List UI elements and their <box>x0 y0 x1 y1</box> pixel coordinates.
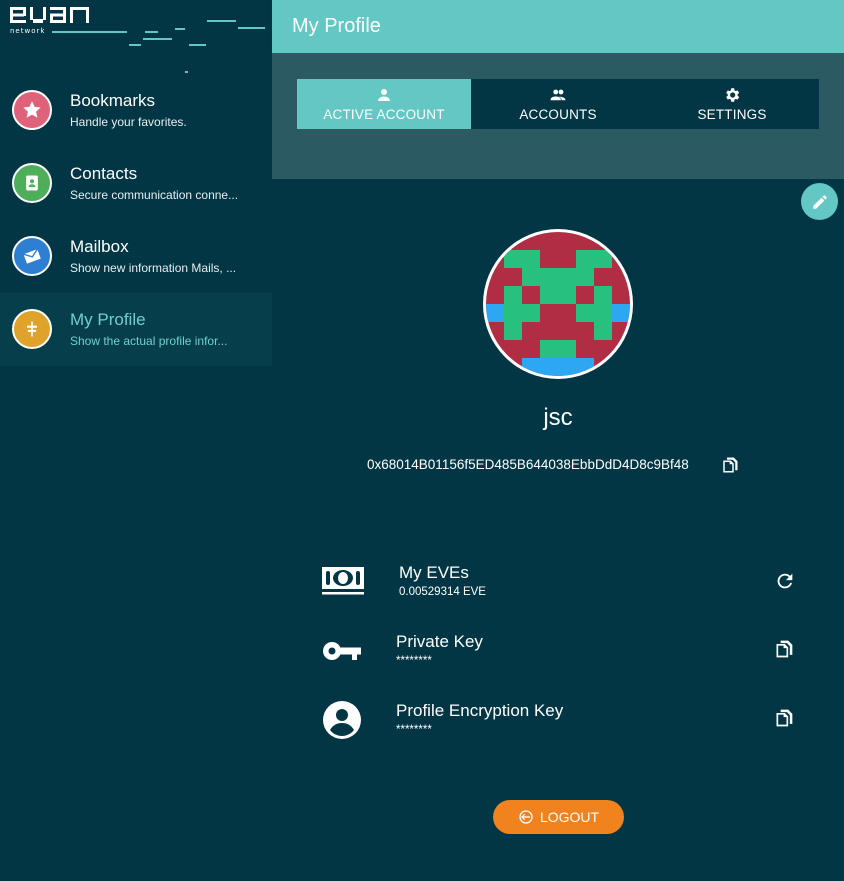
copy-icon <box>776 709 793 727</box>
account-address: 0x68014B01156f5ED485B644038EbbDdD4D8c9Bf… <box>367 457 689 472</box>
page-header: My Profile <box>272 0 844 53</box>
copy-encryption-key-button[interactable] <box>774 708 796 730</box>
encryption-key-value: ******** <box>396 724 432 736</box>
sidebar-item-subtitle: Secure communication conne... <box>70 188 239 202</box>
page-title: My Profile <box>292 15 381 37</box>
refresh-icon <box>777 573 793 589</box>
tab-label: ACCOUNTS <box>519 107 597 122</box>
eves-balance-row: My EVEs 0.00529314 EVE <box>322 563 802 614</box>
tab-bar: ACTIVE ACCOUNT ACCOUNTS SETTINGS <box>297 79 819 129</box>
tab-label: SETTINGS <box>697 107 767 122</box>
sidebar-item-subtitle: Show the actual profile infor... <box>70 334 228 348</box>
evan-network-logo[interactable]: network <box>0 0 272 80</box>
sidebar-item-title: Contacts <box>70 164 138 183</box>
svg-text:network: network <box>10 27 45 35</box>
copy-private-key-button[interactable] <box>774 639 796 661</box>
encryption-key-label: Profile Encryption Key <box>396 701 564 720</box>
tab-settings[interactable]: SETTINGS <box>645 79 819 129</box>
profile-username: jsc <box>543 404 573 431</box>
sidebar-item-mailbox[interactable]: Mailbox Show new information Mails, ... <box>0 220 272 293</box>
gear-icon <box>726 88 740 102</box>
mail-icon <box>12 236 52 276</box>
private-key-row: Private Key ******** <box>322 632 802 683</box>
tab-accounts[interactable]: ACCOUNTS <box>471 79 645 129</box>
sidebar-item-title: My Profile <box>70 310 146 329</box>
refresh-balance-button[interactable] <box>774 570 796 592</box>
logout-button[interactable]: LOGOUT <box>493 800 624 834</box>
person-icon <box>378 89 390 101</box>
sidebar-item-subtitle: Show new information Mails, ... <box>70 261 237 275</box>
logout-icon <box>519 810 533 824</box>
account-circle-icon <box>323 701 361 739</box>
eves-value: 0.00529314 EVE <box>399 586 486 598</box>
money-icon <box>322 567 364 595</box>
logout-label: LOGOUT <box>539 809 600 825</box>
eves-label: My EVEs <box>399 563 469 582</box>
pencil-icon <box>812 194 827 209</box>
sidebar-item-my-profile[interactable]: My Profile Show the actual profile infor… <box>0 293 272 366</box>
tab-bar-container: ACTIVE ACCOUNT ACCOUNTS SETTINGS <box>272 53 844 179</box>
sidebar: network Bookmarks Handle your favorites. <box>0 0 272 881</box>
copy-icon <box>723 457 738 473</box>
copy-address-button[interactable] <box>721 456 739 474</box>
copy-icon <box>776 640 793 658</box>
people-icon <box>550 89 566 101</box>
star-icon <box>12 90 52 130</box>
contact-book-icon <box>12 163 52 203</box>
sidebar-item-title: Bookmarks <box>70 91 156 110</box>
tab-active-account[interactable]: ACTIVE ACCOUNT <box>297 79 471 129</box>
sidebar-item-title: Mailbox <box>70 237 129 256</box>
edit-profile-button[interactable] <box>801 183 838 220</box>
private-key-label: Private Key <box>396 632 483 651</box>
identicon <box>486 232 630 376</box>
tab-label: ACTIVE ACCOUNT <box>323 107 445 122</box>
key-icon <box>323 642 361 660</box>
sidebar-item-bookmarks[interactable]: Bookmarks Handle your favorites. <box>0 74 272 147</box>
profile-signpost-icon <box>12 309 52 349</box>
private-key-value: ******** <box>396 655 432 667</box>
profile-avatar <box>483 229 633 379</box>
sidebar-nav: Bookmarks Handle your favorites. Contact… <box>0 74 272 366</box>
sidebar-item-contacts[interactable]: Contacts Secure communication conne... <box>0 147 272 220</box>
sidebar-item-subtitle: Handle your favorites. <box>70 115 187 129</box>
encryption-key-row: Profile Encryption Key ******** <box>322 701 802 752</box>
